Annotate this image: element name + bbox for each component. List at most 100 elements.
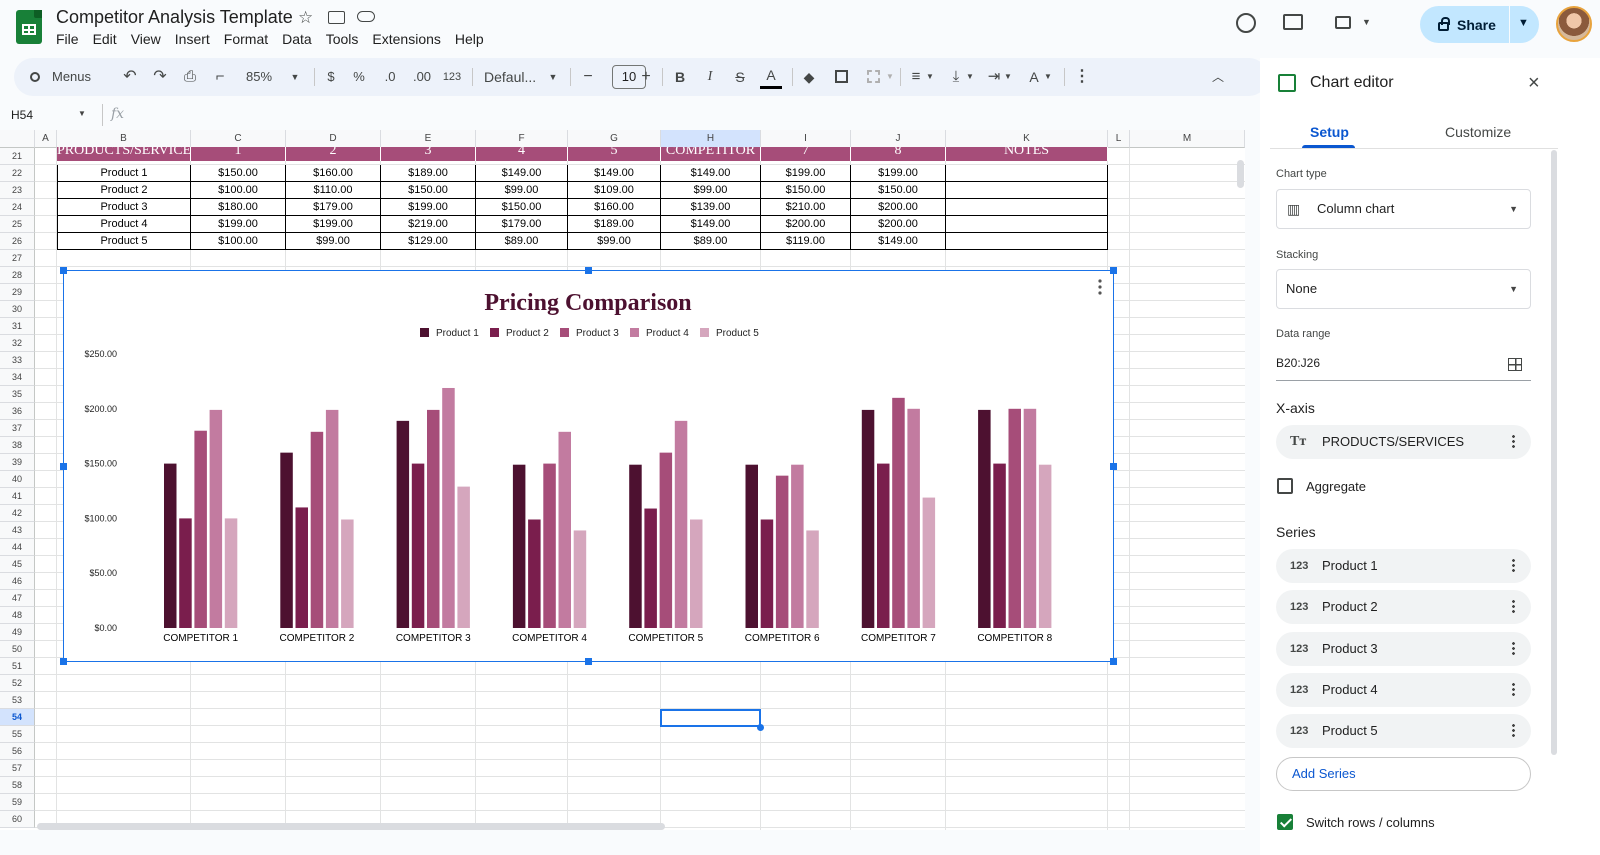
series-chip[interactable]: 123 Product 5: [1276, 714, 1531, 748]
table-cell[interactable]: $180.00: [191, 199, 286, 216]
row-header[interactable]: 33: [0, 352, 35, 369]
row-header[interactable]: 39: [0, 454, 35, 471]
row-header[interactable]: 45: [0, 556, 35, 573]
text-color-button[interactable]: A: [760, 61, 782, 89]
resize-handle[interactable]: [1110, 463, 1117, 470]
table-cell[interactable]: Product 2: [57, 182, 191, 199]
avatar[interactable]: [1556, 6, 1592, 42]
table-cell[interactable]: $149.00: [851, 233, 946, 250]
table-cell[interactable]: $199.00: [381, 199, 476, 216]
column-header[interactable]: D: [286, 130, 381, 148]
table-cell[interactable]: $150.00: [761, 182, 851, 199]
borders-icon[interactable]: [832, 58, 850, 96]
menu-file[interactable]: File: [56, 30, 86, 48]
vertical-scrollbar[interactable]: [1237, 160, 1244, 188]
column-header[interactable]: J: [851, 130, 946, 148]
stacking-select[interactable]: None ▼: [1276, 269, 1531, 309]
menu-data[interactable]: Data: [282, 30, 319, 48]
merge-dropdown-icon[interactable]: ▼: [886, 58, 894, 96]
table-cell[interactable]: $89.00: [476, 233, 568, 250]
name-box-dropdown-icon[interactable]: ▼: [78, 109, 86, 118]
table-cell[interactable]: $119.00: [761, 233, 851, 250]
switch-rows-columns-checkbox[interactable]: [1277, 814, 1293, 830]
print-icon[interactable]: ⎙: [180, 58, 200, 96]
resize-handle[interactable]: [60, 463, 67, 470]
table-cell[interactable]: $160.00: [568, 199, 661, 216]
row-header[interactable]: 35: [0, 386, 35, 403]
share-dropdown-icon[interactable]: ▼: [1518, 17, 1529, 29]
table-cell[interactable]: $149.00: [661, 216, 761, 233]
redo-icon[interactable]: ↷: [150, 58, 170, 96]
search-icon[interactable]: [28, 58, 42, 96]
halign-dropdown-icon[interactable]: ▼: [926, 58, 934, 96]
select-all-corner[interactable]: [0, 130, 35, 148]
table-cell[interactable]: $200.00: [761, 216, 851, 233]
resize-handle[interactable]: [585, 267, 592, 274]
column-header[interactable]: G: [568, 130, 661, 148]
more-vert-icon[interactable]: [1512, 682, 1515, 696]
table-cell[interactable]: $99.00: [568, 233, 661, 250]
row-header[interactable]: 60: [0, 811, 35, 828]
table-cell[interactable]: Product 4: [57, 216, 191, 233]
column-header[interactable]: K: [946, 130, 1108, 148]
column-header[interactable]: H: [661, 130, 761, 148]
tab-setup[interactable]: Setup: [1310, 124, 1349, 140]
row-header[interactable]: 26: [0, 233, 35, 250]
column-header[interactable]: C: [191, 130, 286, 148]
selected-cell[interactable]: [660, 709, 761, 727]
table-cell[interactable]: $189.00: [381, 165, 476, 182]
menu-help[interactable]: Help: [455, 30, 491, 48]
table-cell[interactable]: $99.00: [286, 233, 381, 250]
merge-cells-icon[interactable]: [864, 58, 882, 96]
xaxis-chip[interactable]: Tт PRODUCTS/SERVICES: [1276, 425, 1531, 459]
notes-cell[interactable]: [946, 199, 1108, 216]
row-header[interactable]: 43: [0, 522, 35, 539]
series-chip[interactable]: 123 Product 3: [1276, 632, 1531, 666]
table-cell[interactable]: $200.00: [851, 199, 946, 216]
column-header[interactable]: F: [476, 130, 568, 148]
horizontal-align-icon[interactable]: ≡: [908, 58, 924, 96]
decrease-font-size-icon[interactable]: −: [580, 58, 596, 96]
chart-object[interactable]: Pricing Comparison Product 1 Product 2 Prod…: [63, 270, 1114, 662]
zoom-select[interactable]: 85%: [242, 58, 276, 96]
table-cell[interactable]: $99.00: [476, 182, 568, 199]
more-vert-icon[interactable]: [1512, 599, 1515, 613]
currency-button[interactable]: $: [324, 58, 338, 96]
resize-handle[interactable]: [1110, 658, 1117, 665]
notes-cell[interactable]: [946, 216, 1108, 233]
collapse-toolbar-icon[interactable]: ︿: [1210, 58, 1226, 96]
row-header[interactable]: 36: [0, 403, 35, 420]
panel-scrollbar[interactable]: [1551, 150, 1557, 755]
notes-cell[interactable]: [946, 233, 1108, 250]
text-rotation-icon[interactable]: A: [1026, 58, 1042, 96]
more-vert-icon[interactable]: [1512, 723, 1515, 737]
row-header[interactable]: 46: [0, 573, 35, 590]
row-header[interactable]: 25: [0, 216, 35, 233]
strikethrough-button[interactable]: S: [732, 58, 748, 96]
select-range-icon[interactable]: [1508, 358, 1522, 371]
table-cell[interactable]: $89.00: [661, 233, 761, 250]
text-wrapping-icon[interactable]: ⇥: [986, 58, 1002, 96]
font-dropdown-icon[interactable]: ▼: [548, 58, 558, 96]
column-header[interactable]: L: [1108, 130, 1130, 148]
menu-insert[interactable]: Insert: [175, 30, 217, 48]
row-header[interactable]: 48: [0, 607, 35, 624]
row-header[interactable]: 23: [0, 182, 35, 199]
table-cell[interactable]: $150.00: [381, 182, 476, 199]
table-cell[interactable]: $199.00: [191, 216, 286, 233]
row-header[interactable]: 51: [0, 658, 35, 675]
zoom-dropdown-icon[interactable]: ▼: [290, 58, 300, 96]
decrease-decimal-button[interactable]: .0: [380, 58, 400, 96]
row-header[interactable]: 22: [0, 165, 35, 182]
table-cell[interactable]: $219.00: [381, 216, 476, 233]
resize-handle[interactable]: [60, 658, 67, 665]
row-header[interactable]: 28: [0, 267, 35, 284]
table-cell[interactable]: $200.00: [851, 216, 946, 233]
wrap-dropdown-icon[interactable]: ▼: [1004, 58, 1012, 96]
row-header[interactable]: 50: [0, 641, 35, 658]
row-header[interactable]: 21: [0, 148, 35, 165]
table-cell[interactable]: $160.00: [286, 165, 381, 182]
table-cell[interactable]: $150.00: [851, 182, 946, 199]
percent-button[interactable]: %: [352, 58, 366, 96]
notes-cell[interactable]: [946, 165, 1108, 182]
